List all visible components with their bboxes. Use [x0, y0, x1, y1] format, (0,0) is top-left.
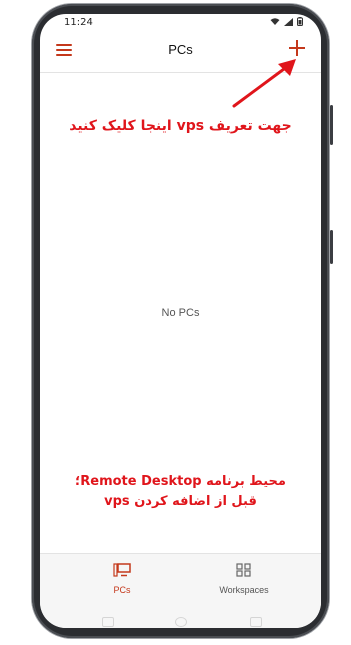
annotation-bottom-text: محیط برنامه Remote Desktop؛ قبل از اضافه…	[40, 472, 321, 512]
bottom-navigation: PCs Workspaces	[40, 553, 321, 614]
tab-pcs[interactable]: PCs	[62, 562, 182, 595]
annotation-bottom-line-1: محیط برنامه Remote Desktop؛	[75, 474, 286, 489]
power-button	[330, 230, 333, 264]
recents-icon[interactable]	[102, 617, 114, 627]
annotation-arrow-icon	[232, 59, 296, 108]
tab-workspaces[interactable]: Workspaces	[184, 562, 304, 595]
screen: 11:24 PCs جهت تعریف vps اینجا کلیک کنید …	[40, 14, 321, 628]
volume-button	[330, 105, 333, 145]
empty-state-text: No PCs	[161, 307, 200, 319]
computer-icon	[113, 563, 131, 577]
annotation-top-text: جهت تعریف vps اینجا کلیک کنید	[69, 118, 292, 134]
system-navigation-bar	[40, 614, 321, 628]
tab-pcs-label: PCs	[113, 585, 131, 595]
tab-workspaces-label: Workspaces	[219, 585, 269, 595]
home-icon[interactable]	[175, 617, 187, 627]
annotation-bottom-line-2: قبل از اضافه کردن vps	[104, 494, 257, 509]
back-icon[interactable]	[250, 617, 262, 627]
workspaces-icon	[236, 563, 251, 577]
